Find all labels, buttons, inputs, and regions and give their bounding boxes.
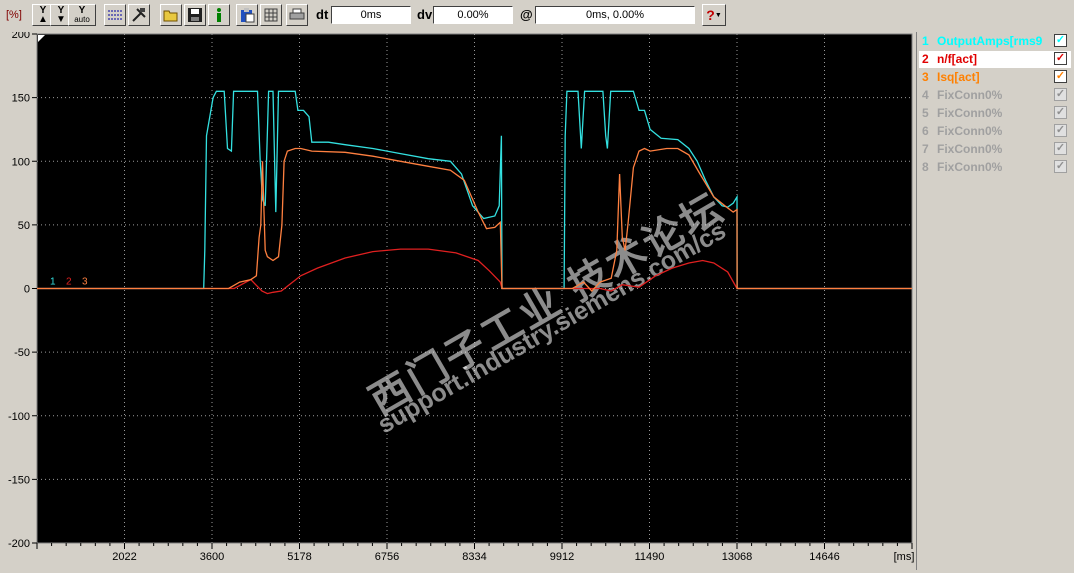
legend-number: 8 [922,160,929,174]
dt-field[interactable]: 0ms [331,6,411,24]
legend-signal-name: FixConn0% [937,88,1003,102]
legend-item-7[interactable]: 7 FixConn0% ✓ [919,141,1071,158]
help-button[interactable]: ? ▼ [702,4,726,26]
at-label: @ [520,7,533,22]
arrow-down-icon: ▼ [56,14,66,25]
legend-checkbox[interactable]: ✓ [1054,124,1067,137]
x-tick-label: 8334 [462,551,486,563]
y-tick-label: -150 [8,474,30,486]
legend-item-3[interactable]: 3 Isq[act] ✓ [919,69,1071,86]
y-tick-label: 150 [12,93,30,105]
floppy-icon [188,8,202,22]
legend-signal-name: n/f[act] [937,52,977,66]
trace-marker: 1 [50,277,56,288]
legend-item-6[interactable]: 6 FixConn0% ✓ [919,123,1071,140]
trace-marker: 2 [66,277,72,288]
dropdown-icon: ▼ [714,11,722,19]
legend-checkbox[interactable]: ✓ [1054,70,1067,83]
help-icon: ? [706,6,715,23]
x-tick-label: 6756 [375,551,399,563]
unit-label: [%] [6,9,22,21]
x-tick-label: 9912 [550,551,574,563]
table-button[interactable] [260,4,282,26]
legend-item-8[interactable]: 8 FixConn0% ✓ [919,159,1071,176]
legend-item-5[interactable]: 5 FixConn0% ✓ [919,105,1071,122]
tools-icon [132,8,146,22]
y-tick-label: -50 [14,347,30,359]
legend-checkbox[interactable]: ✓ [1054,142,1067,155]
open-button[interactable] [160,4,182,26]
y-tick-label: 200 [12,32,30,41]
printer-icon [289,8,305,20]
legend-number: 7 [922,142,929,156]
legend-signal-name: OutputAmps[rms9 [937,34,1043,48]
y-tick-label: -100 [8,411,30,423]
arrow-up-icon: ▲ [38,14,48,25]
save-button[interactable] [184,4,206,26]
plot-frame: 200 150 100 50 0 -50 -100 -150 -200 2022 3600 5178 6… [0,29,916,570]
x-tick-label: 13068 [722,551,753,563]
legend-number: 4 [922,88,929,102]
legend-item-1[interactable]: 1 OutputAmps[rms9 ✓ [919,33,1071,50]
legend-item-2[interactable]: 2 n/f[act] ✓ [919,51,1071,68]
dv-label: dv [417,7,433,22]
legend-checkbox[interactable]: ✓ [1054,106,1067,119]
cursor-position-field[interactable]: 0ms, 0.00% [535,6,695,24]
print-button[interactable] [286,4,308,26]
grid-lines-icon [108,10,122,20]
y-auto-button[interactable]: Yauto [68,4,96,26]
legend-checkbox[interactable]: ✓ [1054,160,1067,173]
legend-checkbox[interactable]: ✓ [1054,52,1067,65]
x-tick-label: 11490 [635,551,665,563]
legend-signal-name: Isq[act] [937,70,980,84]
x-tick-label: 3600 [200,551,224,563]
y-tick-label: 100 [12,156,30,168]
legend-number: 5 [922,106,929,120]
dv-field[interactable]: 0.00% [433,6,513,24]
legend-signal-name: FixConn0% [937,142,1003,156]
legend-item-4[interactable]: 4 FixConn0% ✓ [919,87,1071,104]
legend-number: 3 [922,70,929,84]
copy-button[interactable] [236,4,258,26]
y-tick-label: 50 [18,220,30,232]
toolbar: [%] Y ▲ Y ▼ Yauto dt 0ms dv 0.00% @ 0ms, 0… [0,0,1074,32]
legend-checkbox[interactable]: ✓ [1054,88,1067,101]
signal-legend: 1 OutputAmps[rms9 ✓ 2 n/f[act] ✓ 3 Isq[a… [916,32,1074,570]
trace-marker: 3 [82,277,88,288]
table-icon [264,8,278,22]
info-icon [217,8,221,22]
legend-signal-name: FixConn0% [937,124,1003,138]
y-auto-sub-label: auto [74,15,90,24]
legend-number: 2 [922,52,929,66]
legend-signal-name: FixConn0% [937,160,1003,174]
x-tick-label: 2022 [112,551,136,563]
x-tick-label: 14646 [809,551,840,563]
info-button[interactable] [208,4,230,26]
legend-number: 1 [922,34,929,48]
x-unit-label: [ms] [894,551,915,563]
grid-button[interactable] [104,4,126,26]
x-tick-label: 5178 [287,551,311,563]
legend-signal-name: FixConn0% [937,106,1003,120]
trend-chart[interactable]: 200 150 100 50 0 -50 -100 -150 -200 2022 3600 5178 6… [0,29,916,570]
clipboard-icon [241,8,255,23]
y-tick-label: -200 [8,538,30,550]
tools-button[interactable] [128,4,150,26]
legend-number: 6 [922,124,929,138]
folder-icon [163,10,178,22]
dt-label: dt [316,7,329,22]
y-tick-label: 0 [24,284,30,296]
legend-checkbox[interactable]: ✓ [1054,34,1067,47]
